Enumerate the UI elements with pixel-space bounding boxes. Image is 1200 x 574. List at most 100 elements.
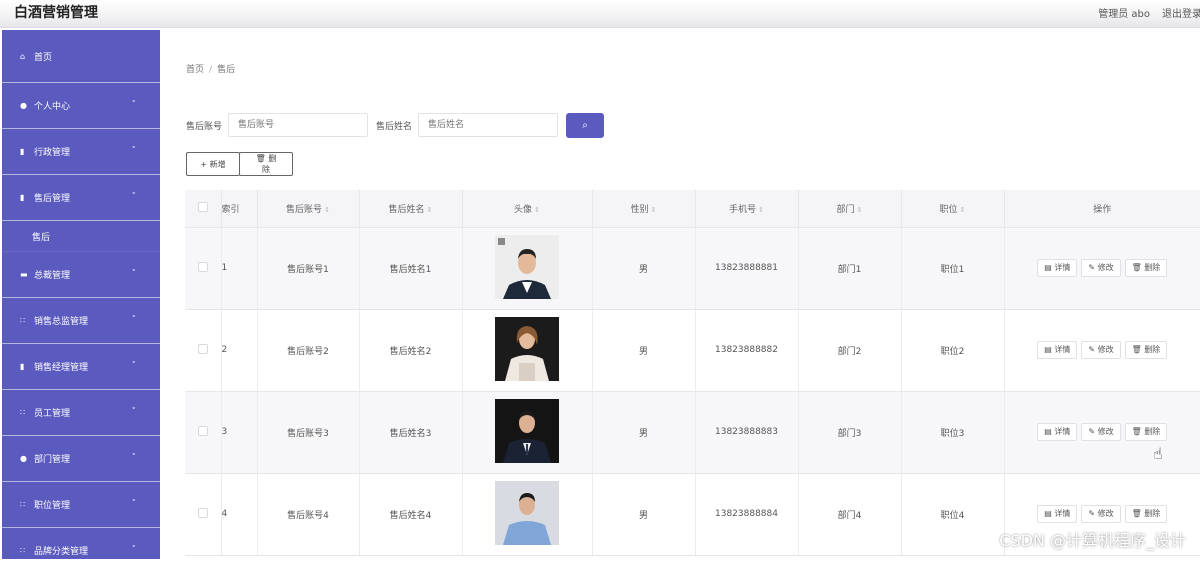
chevron-down-icon: ˅ xyxy=(132,146,137,156)
cell-name: 售后姓名4 xyxy=(359,473,462,555)
delete-button[interactable]: 🗑 删除 xyxy=(1125,341,1168,359)
app-header: 白酒营销管理 管理员 abo 退出登录 xyxy=(0,0,1200,28)
breadcrumb: 首页/售后 xyxy=(186,62,235,75)
search-icon: ⌕ xyxy=(582,120,588,131)
cell-position: 职位1 xyxy=(901,227,1004,309)
avatar[interactable] xyxy=(495,317,559,381)
grid-icon: ∷ xyxy=(20,500,34,509)
cell-gender: 男 xyxy=(592,309,695,391)
chevron-down-icon: ˅ xyxy=(132,361,137,371)
row-checkbox-cell[interactable] xyxy=(185,227,221,309)
cell-avatar xyxy=(462,473,592,555)
sidebar-item-label: 首页 xyxy=(34,50,52,63)
detail-button[interactable]: ▤ 详情 xyxy=(1037,341,1077,359)
sort-icon[interactable]: ⇕ xyxy=(758,206,764,214)
row-checkbox[interactable] xyxy=(198,262,208,272)
chevron-down-icon: ˅ xyxy=(132,269,137,279)
edit-button[interactable]: ✎ 修改 xyxy=(1081,423,1120,441)
breadcrumb-current: 售后 xyxy=(217,65,235,75)
edit-button[interactable]: ✎ 修改 xyxy=(1081,259,1120,277)
aftersales-table: 索引 售后账号⇕ 售后姓名⇕ 头像⇕ 性别⇕ 手机号⇕ 部门⇕ 职位⇕ 操作 1… xyxy=(185,190,1200,556)
cell-dept: 部门1 xyxy=(798,227,901,309)
cell-phone: 13823888882 xyxy=(695,309,798,391)
detail-button[interactable]: ▤ 详情 xyxy=(1037,259,1077,277)
column-header-avatar[interactable]: 头像⇕ xyxy=(462,190,592,227)
chevron-down-icon: ˅ xyxy=(132,315,137,325)
current-user[interactable]: 管理员 abo xyxy=(1098,5,1150,20)
avatar[interactable] xyxy=(495,399,559,463)
edit-button[interactable]: ✎ 修改 xyxy=(1081,341,1120,359)
sidebar-item-position[interactable]: ∷ 职位管理 ˅ xyxy=(2,482,160,528)
sort-icon[interactable]: ⇕ xyxy=(427,206,433,214)
sort-icon[interactable]: ⇕ xyxy=(651,206,657,214)
chevron-down-icon: ˅ xyxy=(132,407,137,417)
row-checkbox-cell[interactable] xyxy=(185,473,221,555)
sort-icon[interactable]: ⇕ xyxy=(324,206,330,214)
row-checkbox-cell[interactable] xyxy=(185,309,221,391)
avatar[interactable] xyxy=(495,235,559,299)
delete-button[interactable]: 🗑 删除 xyxy=(1125,423,1168,441)
column-header-actions: 操作 xyxy=(1004,190,1200,227)
avatar[interactable] xyxy=(495,481,559,545)
row-checkbox[interactable] xyxy=(198,426,208,436)
sidebar-item-sales-director[interactable]: ∷ 销售总监管理 ˅ xyxy=(2,298,160,344)
cell-dept: 部门3 xyxy=(798,391,901,473)
cell-avatar xyxy=(462,309,592,391)
doc-icon: ▮ xyxy=(20,193,34,202)
cell-name: 售后姓名2 xyxy=(359,309,462,391)
sort-icon[interactable]: ⇕ xyxy=(857,206,863,214)
grid-icon: ∷ xyxy=(20,546,34,555)
bulk-delete-button[interactable]: 🗑 删除 xyxy=(239,152,293,176)
select-all-header[interactable] xyxy=(185,190,221,227)
add-button[interactable]: + 新增 xyxy=(186,152,240,176)
sidebar-item-department[interactable]: ● 部门管理 ˅ xyxy=(2,436,160,482)
logout-link[interactable]: 退出登录 xyxy=(1162,5,1200,20)
column-header-dept[interactable]: 部门⇕ xyxy=(798,190,901,227)
detail-button[interactable]: ▤ 详情 xyxy=(1037,423,1077,441)
sidebar-item-aftersales[interactable]: ▮ 售后管理 ˅ xyxy=(2,175,160,221)
sidebar-item-admin[interactable]: ▮ 行政管理 ˅ xyxy=(2,129,160,175)
sort-icon[interactable]: ⇕ xyxy=(534,206,540,214)
table-row[interactable]: 3 售后账号3 售后姓名3 男 13823888883 部门3 职位3 ▤ 详情… xyxy=(185,391,1200,473)
account-search-input[interactable] xyxy=(228,113,368,137)
hand-cursor-icon: ☝ xyxy=(1153,444,1163,463)
sort-icon[interactable]: ⇕ xyxy=(960,206,966,214)
doc-icon: ▮ xyxy=(20,147,34,156)
search-bar: 售后账号 售后姓名 ⌕ xyxy=(186,112,604,138)
row-checkbox-cell[interactable] xyxy=(185,391,221,473)
detail-button[interactable]: ▤ 详情 xyxy=(1037,505,1077,523)
select-all-checkbox[interactable] xyxy=(198,202,208,212)
sidebar-item-home[interactable]: ⌂ 首页 xyxy=(2,30,160,83)
column-header-name[interactable]: 售后姓名⇕ xyxy=(359,190,462,227)
sidebar-item-personal[interactable]: ● 个人中心 ˅ xyxy=(2,83,160,129)
app-title: 白酒营销管理 xyxy=(14,2,98,22)
row-checkbox[interactable] xyxy=(198,344,208,354)
breadcrumb-home[interactable]: 首页 xyxy=(186,65,204,75)
chevron-down-icon: ˅ xyxy=(132,100,137,110)
column-header-phone[interactable]: 手机号⇕ xyxy=(695,190,798,227)
column-header-position[interactable]: 职位⇕ xyxy=(901,190,1004,227)
delete-button[interactable]: 🗑 删除 xyxy=(1125,259,1168,277)
row-checkbox[interactable] xyxy=(198,508,208,518)
sidebar-subitem-aftersales[interactable]: 售后 xyxy=(2,221,160,252)
name-search-input[interactable] xyxy=(418,113,558,137)
cell-gender: 男 xyxy=(592,473,695,555)
sidebar-item-employee[interactable]: ∷ 员工管理 ˅ xyxy=(2,390,160,436)
cell-position: 职位3 xyxy=(901,391,1004,473)
chevron-down-icon: ˅ xyxy=(132,499,137,509)
sidebar-item-brand-category[interactable]: ∷ 品牌分类管理 ˅ xyxy=(2,528,160,574)
search-button[interactable]: ⌕ xyxy=(566,113,604,138)
column-header-account[interactable]: 售后账号⇕ xyxy=(257,190,359,227)
cell-actions: ▤ 详情✎ 修改 🗑 删除 xyxy=(1004,309,1200,391)
delete-button[interactable]: 🗑 删除 xyxy=(1125,505,1168,523)
table-row[interactable]: 2 售后账号2 售后姓名2 男 13823888882 部门2 职位2 ▤ 详情… xyxy=(185,309,1200,391)
sidebar-item-label: 职位管理 xyxy=(34,498,70,511)
chevron-down-icon: ˅ xyxy=(132,192,137,202)
edit-button[interactable]: ✎ 修改 xyxy=(1081,505,1120,523)
sidebar-item-sales-manager[interactable]: ▮ 销售经理管理 ˅ xyxy=(2,344,160,390)
sidebar-item-president[interactable]: ▬ 总裁管理 ˅ xyxy=(2,252,160,298)
column-header-gender[interactable]: 性别⇕ xyxy=(592,190,695,227)
cell-index: 4 xyxy=(221,473,257,555)
account-search-label: 售后账号 xyxy=(186,119,222,132)
table-row[interactable]: 1 售后账号1 售后姓名1 男 13823888881 部门1 职位1 ▤ 详情… xyxy=(185,227,1200,309)
